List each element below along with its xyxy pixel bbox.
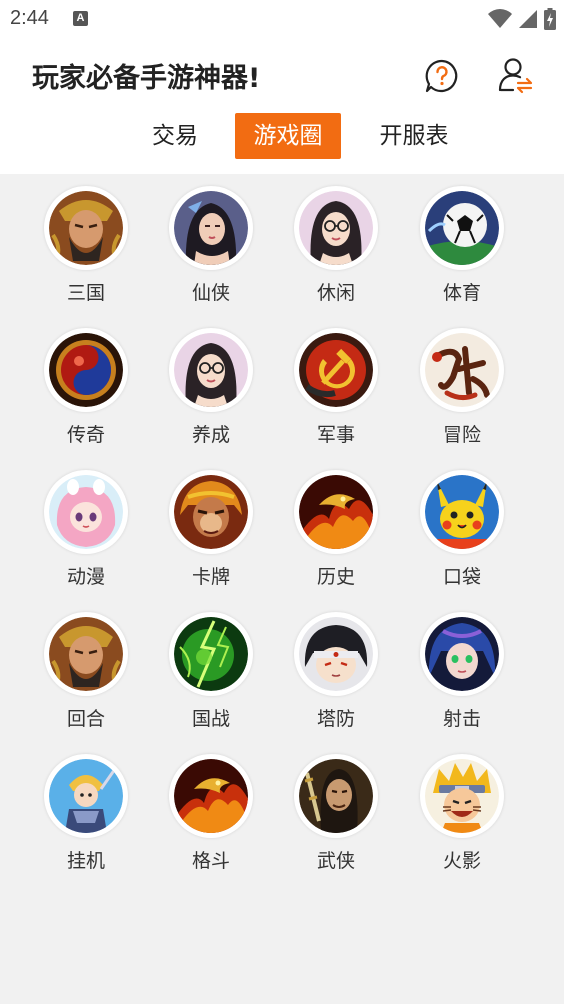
category-guaji[interactable]: 挂机 — [26, 742, 146, 872]
tab-server-list[interactable]: 开服表 — [372, 113, 456, 159]
category-icon-frame — [169, 328, 253, 412]
hammer-sickle-icon — [299, 333, 373, 407]
category-label: 体育 — [442, 282, 481, 304]
battery-charging-icon — [544, 8, 556, 30]
knight-hero-icon — [49, 759, 123, 833]
category-label: 武侠 — [316, 850, 355, 872]
category-label: 塔防 — [316, 708, 355, 730]
category-label: 格斗 — [191, 850, 230, 872]
category-label: 养成 — [191, 424, 230, 446]
category-icon-frame — [294, 612, 378, 696]
category-label: 动漫 — [66, 566, 105, 588]
category-sheji[interactable]: 射击 — [402, 600, 522, 730]
girl-glasses-icon — [299, 191, 373, 265]
pikachu-icon — [425, 475, 499, 549]
category-tafang[interactable]: 塔防 — [276, 600, 396, 730]
category-tiyu[interactable]: 体育 — [402, 174, 522, 304]
category-icon-frame — [169, 470, 253, 554]
calligraphy-emblem-icon — [425, 333, 499, 407]
category-icon-frame — [44, 328, 128, 412]
red-gem-icon — [49, 333, 123, 407]
app-header: 玩家必备手游神器! 交易 游戏圈 开服表 — [0, 40, 564, 174]
category-icon-frame — [420, 186, 504, 270]
category-icon-frame — [44, 612, 128, 696]
ninja-boy-icon — [299, 617, 373, 691]
category-icon-frame — [294, 328, 378, 412]
notification-a-icon: A — [73, 11, 88, 26]
category-chuanqi[interactable]: 传奇 — [26, 316, 146, 446]
category-huihe[interactable]: 回合 — [26, 600, 146, 730]
signal-icon — [519, 10, 537, 28]
pink-anime-girl-icon — [49, 475, 123, 549]
category-icon-frame — [420, 470, 504, 554]
category-icon-frame — [294, 754, 378, 838]
tab-bar: 交易 游戏圈 开服表 — [0, 113, 564, 159]
category-label: 卡牌 — [191, 566, 230, 588]
help-button[interactable] — [424, 58, 460, 94]
tab-game-circle[interactable]: 游戏圈 — [235, 113, 341, 159]
monkey-king-icon — [174, 475, 248, 549]
category-huoying[interactable]: 火影 — [402, 742, 522, 872]
category-label: 挂机 — [66, 850, 105, 872]
category-junshi[interactable]: 军事 — [276, 316, 396, 446]
app-title: 玩家必备手游神器! — [32, 63, 261, 94]
swordsman-icon — [299, 759, 373, 833]
category-guozhan[interactable]: 国战 — [151, 600, 271, 730]
category-icon-frame — [44, 186, 128, 270]
category-maoxian[interactable]: 冒险 — [402, 316, 522, 446]
girl-glasses-icon — [174, 333, 248, 407]
warrior-guanyu-icon — [49, 617, 123, 691]
category-label: 军事 — [316, 424, 355, 446]
question-bubble-icon — [425, 59, 458, 93]
category-sanguo[interactable]: 三国 — [26, 174, 146, 304]
category-label: 休闲 — [316, 282, 355, 304]
warrior-guanyu-icon — [49, 191, 123, 265]
category-icon-frame — [44, 754, 128, 838]
category-label: 射击 — [442, 708, 481, 730]
green-lightning-icon — [174, 617, 248, 691]
user-switch-icon — [498, 58, 533, 94]
category-lishi[interactable]: 历史 — [276, 458, 396, 588]
status-bar: 2:44 A — [0, 0, 564, 40]
category-icon-frame — [420, 754, 504, 838]
category-xiuxian[interactable]: 休闲 — [276, 174, 396, 304]
category-icon-frame — [294, 186, 378, 270]
category-label: 三国 — [66, 282, 105, 304]
soccer-ball-icon — [425, 191, 499, 265]
naruto-icon — [425, 759, 499, 833]
category-icon-frame — [169, 754, 253, 838]
status-icons — [488, 8, 556, 30]
category-label: 冒险 — [442, 424, 481, 446]
fairy-woman-icon — [174, 191, 248, 265]
category-label: 国战 — [191, 708, 230, 730]
status-time: 2:44 — [10, 7, 49, 29]
fire-dragon-icon — [174, 759, 248, 833]
category-icon-frame — [420, 328, 504, 412]
category-wuxia[interactable]: 武侠 — [276, 742, 396, 872]
tab-trade[interactable]: 交易 — [145, 113, 205, 159]
category-gedou[interactable]: 格斗 — [151, 742, 271, 872]
category-dongman[interactable]: 动漫 — [26, 458, 146, 588]
category-label: 历史 — [316, 566, 355, 588]
category-icon-frame — [169, 612, 253, 696]
category-xianxia[interactable]: 仙侠 — [151, 174, 271, 304]
category-label: 回合 — [66, 708, 105, 730]
user-button[interactable] — [498, 56, 534, 94]
category-icon-frame — [294, 470, 378, 554]
category-label: 仙侠 — [191, 282, 230, 304]
category-icon-frame — [169, 186, 253, 270]
category-label: 火影 — [442, 850, 481, 872]
category-label: 口袋 — [442, 566, 481, 588]
blue-hair-girl-icon — [425, 617, 499, 691]
category-icon-frame — [420, 612, 504, 696]
fire-dragon-icon — [299, 475, 373, 549]
wifi-icon — [488, 9, 512, 28]
category-yangcheng[interactable]: 养成 — [151, 316, 271, 446]
category-kapai[interactable]: 卡牌 — [151, 458, 271, 588]
category-koudai[interactable]: 口袋 — [402, 458, 522, 588]
category-icon-frame — [44, 470, 128, 554]
category-label: 传奇 — [66, 424, 105, 446]
